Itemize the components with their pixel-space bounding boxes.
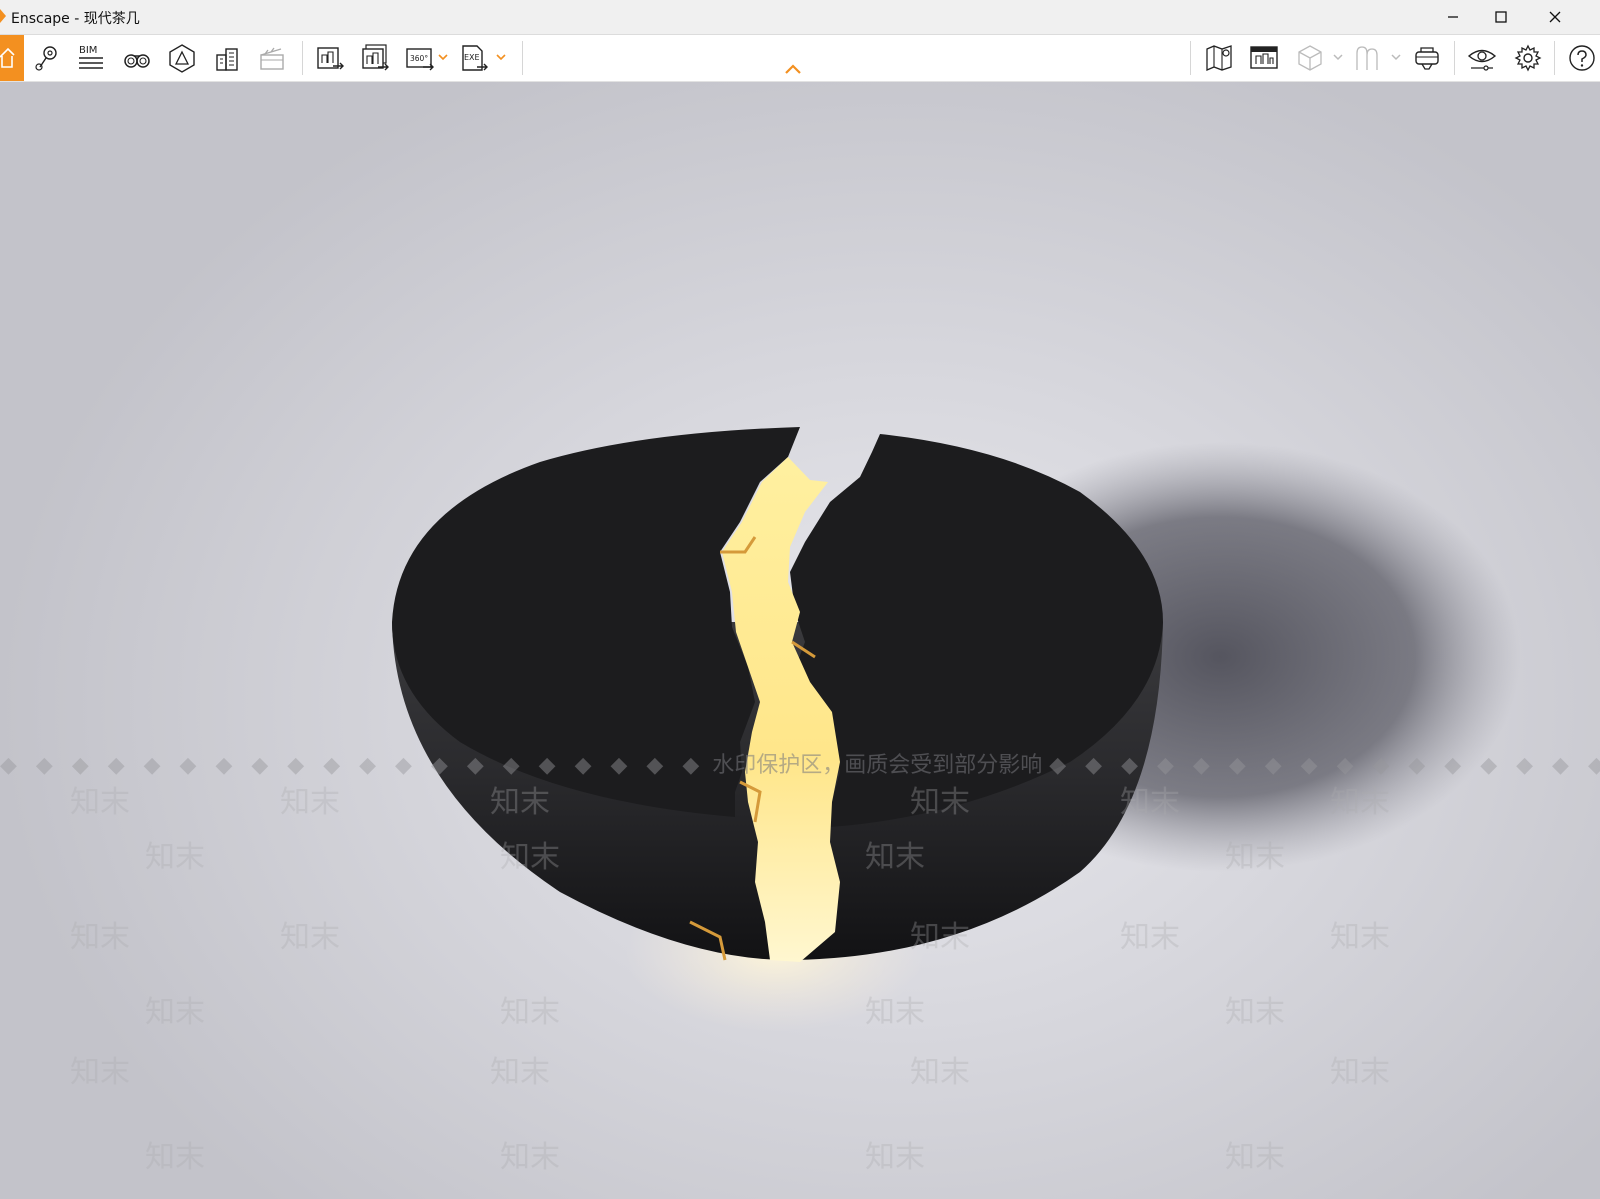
export-exe-icon: EXE [462, 45, 488, 71]
help-button[interactable] [1565, 42, 1599, 74]
settings-button[interactable] [1511, 42, 1545, 74]
video-editor-button[interactable] [255, 42, 289, 74]
clapper-icon [260, 47, 284, 70]
chevron-down-icon [1391, 54, 1401, 61]
toolbar-separator [1554, 41, 1555, 75]
bim-button[interactable]: BIM [74, 42, 108, 74]
cube-dropdown[interactable] [1332, 50, 1344, 64]
minimize-icon [1448, 16, 1458, 18]
vr-headset-icon [1415, 47, 1439, 70]
settings-icon [1514, 44, 1542, 72]
people-button[interactable] [1350, 42, 1384, 74]
panorama-icon: 360° [406, 48, 434, 71]
render-image-button[interactable] [313, 42, 347, 74]
binoculars-icon [124, 54, 150, 68]
render-image-icon [317, 47, 344, 70]
batch-render-button[interactable] [358, 42, 392, 74]
visual-settings-button[interactable] [1465, 42, 1499, 74]
close-button[interactable] [1532, 0, 1578, 34]
vr-headset-button[interactable] [1410, 42, 1444, 74]
home-button[interactable] [0, 35, 24, 81]
panorama-button[interactable]: 360° [403, 42, 437, 74]
cube-button[interactable] [1293, 42, 1327, 74]
asset-library-button[interactable] [1247, 42, 1281, 74]
cube-icon [1298, 45, 1322, 71]
title-bar: Enscape - 现代茶几 [0, 0, 1600, 35]
building-icon [216, 48, 238, 71]
map-icon [1206, 45, 1232, 71]
buildings-button[interactable] [210, 42, 244, 74]
chevron-down-icon [1333, 54, 1343, 61]
toolbar-separator [1454, 41, 1455, 75]
enscape-logo-icon [0, 9, 6, 23]
collapse-toolbar-icon[interactable] [783, 62, 803, 76]
batch-render-icon [362, 44, 389, 71]
toolbar-separator [1190, 41, 1191, 75]
map-button[interactable] [1202, 42, 1236, 74]
scene-render [392, 427, 1520, 1032]
main-toolbar: BIM 360° EXE [0, 35, 1600, 82]
walk-mode-button[interactable] [120, 42, 154, 74]
chevron-down-icon [438, 54, 448, 61]
enscape-window: Enscape - 现代茶几 BIM 360° EXE ◆ ◆ ◆ ◆ ◆ ◆ … [0, 0, 1600, 1199]
toolbar-separator [302, 41, 303, 75]
close-icon [1549, 11, 1561, 23]
maximize-icon [1495, 11, 1507, 23]
bim-label: BIM [79, 45, 97, 56]
chevron-down-icon [496, 54, 506, 61]
window-title: Enscape - 现代茶几 [11, 11, 140, 27]
export-exe-button[interactable]: EXE [457, 42, 491, 74]
asset-library-icon [1250, 46, 1278, 69]
export-dropdown[interactable] [495, 50, 507, 64]
person-icon [1356, 46, 1378, 70]
bim-icon: BIM [79, 45, 103, 69]
minimize-button[interactable] [1430, 0, 1476, 34]
map-pin-icon [35, 46, 57, 71]
render-viewport[interactable]: ◆ ◆ ◆ ◆ ◆ ◆ ◆ ◆ ◆ ◆ ◆ ◆ ◆ ◆ ◆ ◆ ◆ ◆ ◆ ◆ … [0, 82, 1600, 1199]
home-icon [0, 47, 15, 68]
toolbar-separator [522, 41, 523, 75]
panorama-dropdown[interactable] [437, 50, 449, 64]
panorama-label: 360° [410, 54, 428, 63]
people-dropdown[interactable] [1390, 50, 1402, 64]
exe-label: EXE [464, 53, 480, 62]
help-icon [1569, 45, 1595, 71]
maximize-button[interactable] [1478, 0, 1524, 34]
views-button[interactable] [30, 42, 64, 74]
eye-icon [1467, 49, 1497, 71]
perspective-button[interactable] [165, 42, 199, 74]
perspective-icon [169, 44, 195, 73]
